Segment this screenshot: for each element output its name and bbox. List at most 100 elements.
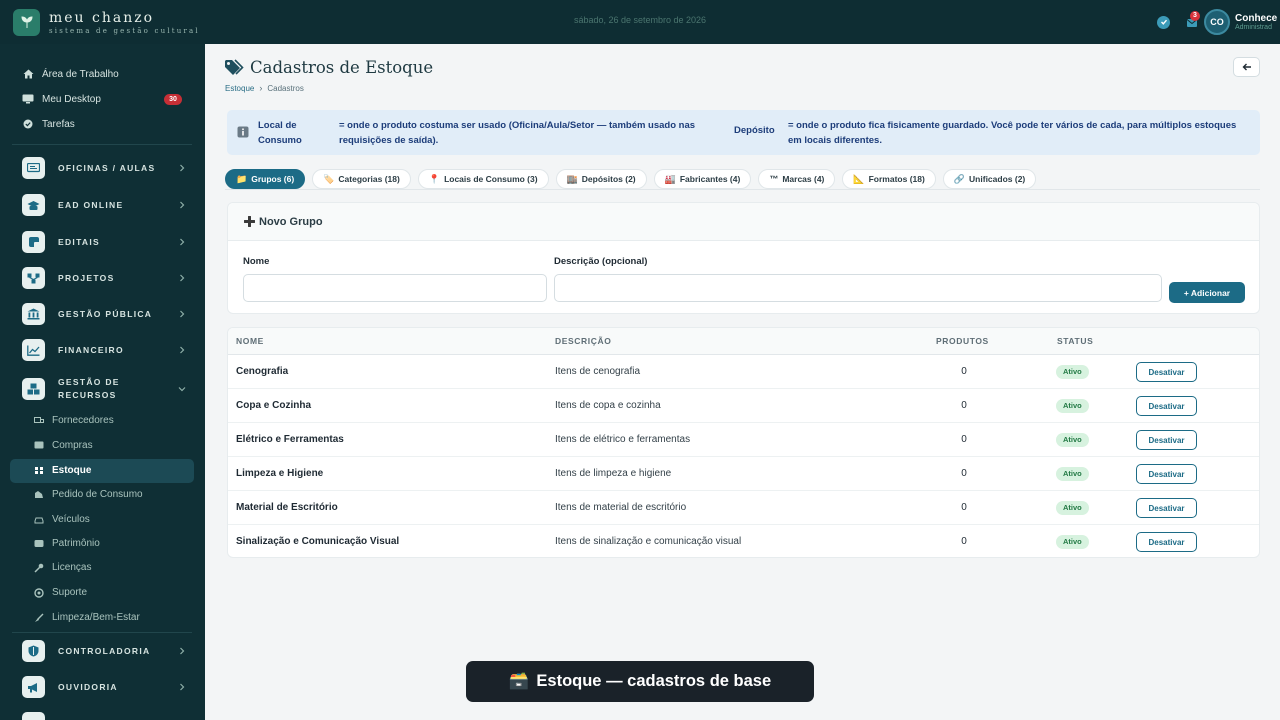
key-icon	[34, 563, 44, 573]
desktop-count-badge: 30	[164, 94, 182, 105]
sidebar-subitem-suporte[interactable]: Suporte	[34, 587, 87, 598]
chevron-right-icon	[180, 274, 185, 282]
info-term-local-consumo: Local de Consumo	[258, 120, 302, 146]
chevron-right-icon	[180, 238, 185, 246]
tab-label: Formatos (18)	[868, 174, 925, 184]
col-header-description[interactable]: DESCRIÇÃO	[555, 336, 611, 346]
sidebar-section-oficinas[interactable]: OFICINAS / AULAS	[22, 157, 190, 179]
tab-unificados[interactable]: 🔗 Unificados (2)	[942, 169, 1037, 189]
sidebar-section-label: GESTÃO PÚBLICA	[58, 308, 153, 319]
tab-locais-consumo[interactable]: 📍 Locais de Consumo (3)	[417, 169, 549, 189]
sidebar-section-label: GESTÃO DE RECURSOS	[58, 377, 120, 400]
sidebar-section-more[interactable]	[22, 712, 190, 720]
tab-label: Locais de Consumo (3)	[444, 174, 538, 184]
back-button[interactable]	[1233, 57, 1260, 77]
warehouse-icon	[34, 466, 44, 476]
sidebar-section-label: OFICINAS / AULAS	[58, 162, 156, 173]
table-header: NOME DESCRIÇÃO PRODUTOS STATUS	[228, 328, 1259, 355]
check-status-icon[interactable]	[1157, 15, 1170, 29]
blackboard-icon	[22, 157, 45, 179]
col-header-status[interactable]: STATUS	[1057, 336, 1093, 346]
tab-label: Fabricantes (4)	[679, 174, 741, 184]
new-group-title: Novo Grupo	[259, 215, 323, 228]
table-row: Copa e Cozinha Itens de copa e cozinha 0 At…	[228, 389, 1259, 423]
col-header-name[interactable]: NOME	[236, 336, 264, 346]
groups-table: NOME DESCRIÇÃO PRODUTOS STATUS Cenografi…	[227, 327, 1260, 558]
sidebar-section-financeiro[interactable]: FINANCEIRO	[22, 339, 190, 361]
deactivate-button[interactable]: Desativar	[1136, 362, 1197, 382]
description-input[interactable]	[554, 274, 1162, 302]
tab-grupos[interactable]: 📁 Grupos (6)	[225, 169, 306, 189]
cell-products: 0	[961, 366, 967, 377]
plus-icon	[244, 216, 255, 227]
toast-notification: 🗃️ Estoque — cadastros de base	[466, 661, 814, 702]
sidebar-subitem-limpeza[interactable]: Limpeza/Bem-Estar	[34, 612, 140, 623]
avatar[interactable]: CO	[1204, 9, 1230, 35]
brand-subtitle: sistema de gestão cultural	[49, 26, 200, 35]
sidebar-section-label: OUVIDORIA	[58, 681, 118, 692]
info-icon	[237, 126, 249, 138]
tab-categorias[interactable]: 🏷️ Categorias (18)	[312, 169, 411, 189]
tab-formatos[interactable]: 📐 Formatos (18)	[842, 169, 936, 189]
deactivate-button[interactable]: Desativar	[1136, 396, 1197, 416]
table-row: Limpeza e Higiene Itens de limpeza e higi…	[228, 457, 1259, 491]
sidebar-subitem-licencas[interactable]: Licenças	[34, 562, 91, 573]
section-icon	[22, 712, 45, 720]
name-input[interactable]	[243, 274, 547, 302]
sidebar-section-controladoria[interactable]: CONTROLADORIA	[22, 640, 190, 662]
top-bar: meu chanzo sistema de gestão cultural sá…	[0, 0, 1280, 44]
sidebar-subitem-estoque[interactable]: Estoque	[34, 465, 91, 476]
cell-name: Elétrico e Ferramentas	[236, 434, 344, 445]
tab-marcas[interactable]: ™ Marcas (4)	[758, 169, 836, 189]
sidebar-subitem-pedido-consumo[interactable]: Pedido de Consumo	[34, 489, 143, 500]
sidebar-section-label: FINANCEIRO	[58, 344, 124, 355]
brand[interactable]: meu chanzo sistema de gestão cultural	[0, 0, 205, 44]
cell-description: Itens de sinalização e comunicação visua…	[555, 536, 742, 547]
deactivate-button[interactable]: Desativar	[1136, 532, 1197, 552]
sidebar-section-ouvidoria[interactable]: OUVIDORIA	[22, 676, 190, 698]
tab-label: Unificados (2)	[969, 174, 1026, 184]
sidebar-subitem-label: Patrimônio	[52, 538, 100, 549]
deactivate-button[interactable]: Desativar	[1136, 430, 1197, 450]
sidebar-subitem-label: Licenças	[52, 562, 92, 573]
truck-icon	[34, 416, 44, 426]
page-title: Cadastros de Estoque	[250, 58, 434, 77]
tab-label: Depósitos (2)	[581, 174, 636, 184]
sidebar-item-area-de-trabalho[interactable]: Área de Trabalho	[22, 68, 119, 80]
graduation-icon	[22, 194, 45, 216]
mail-button[interactable]: 3	[1186, 11, 1200, 28]
sidebar-subitem-patrimonio[interactable]: Patrimônio	[34, 538, 100, 549]
deactivate-button[interactable]: Desativar	[1136, 498, 1197, 518]
cell-description: Itens de limpeza e higiene	[555, 468, 672, 479]
table-row: Elétrico e Ferramentas Itens de elétrico …	[228, 423, 1259, 457]
chevron-down-icon	[178, 387, 186, 392]
description-label: Descrição (opcional)	[554, 256, 648, 267]
sidebar-subitem-fornecedores[interactable]: Fornecedores	[34, 415, 114, 426]
shield-icon	[22, 640, 45, 662]
sidebar-section-editais[interactable]: EDITAIS	[22, 231, 190, 253]
cell-products: 0	[961, 434, 967, 445]
status-badge: Ativo	[1056, 433, 1089, 447]
user-menu[interactable]: Conhece Administrad	[1235, 13, 1280, 31]
tab-fabricantes[interactable]: 🏭 Fabricantes (4)	[653, 169, 752, 189]
tab-label: Categorias (18)	[338, 174, 400, 184]
leaf-logo-icon	[13, 8, 40, 36]
add-button[interactable]: + Adicionar	[1169, 282, 1245, 303]
breadcrumb-link-estoque[interactable]: Estoque	[225, 84, 254, 93]
sidebar-divider	[12, 632, 192, 633]
chevron-right-icon	[180, 647, 185, 655]
sidebar-section-projetos[interactable]: PROJETOS	[22, 267, 190, 289]
col-header-products[interactable]: PRODUTOS	[936, 336, 989, 346]
tab-depositos[interactable]: 🏬 Depósitos (2)	[555, 169, 647, 189]
sidebar-item-meu-desktop[interactable]: Meu Desktop	[22, 93, 101, 105]
cell-products: 0	[961, 468, 967, 479]
sidebar-item-tarefas[interactable]: Tarefas	[22, 118, 75, 130]
sidebar-subitem-veiculos[interactable]: Veículos	[34, 514, 90, 525]
sidebar-subitem-compras[interactable]: Compras	[34, 440, 93, 451]
deactivate-button[interactable]: Desativar	[1136, 464, 1197, 484]
boxes-icon	[22, 378, 45, 400]
cell-name: Sinalização e Comunicação Visual	[236, 536, 400, 547]
sidebar-section-gestao-publica[interactable]: GESTÃO PÚBLICA	[22, 303, 190, 325]
sidebar-section-ead-online[interactable]: EAD ONLINE	[22, 194, 190, 216]
sidebar-section-gestao-recursos[interactable]: GESTÃO DE RECURSOS	[22, 376, 190, 402]
